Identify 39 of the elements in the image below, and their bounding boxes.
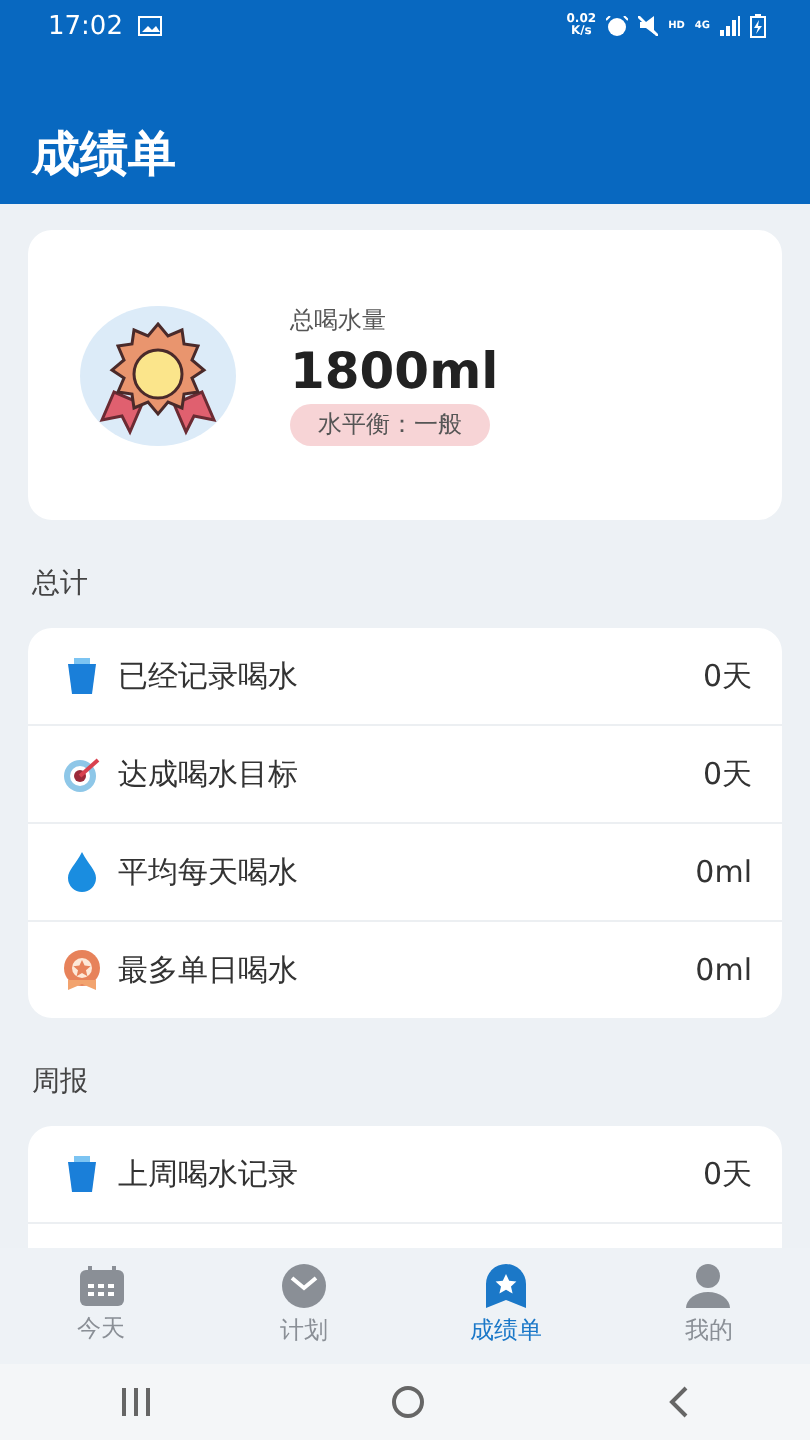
- medal-icon: [78, 303, 238, 447]
- battery-charging-icon: [750, 14, 766, 38]
- mute-icon: [638, 16, 659, 36]
- page-title: 成绩单: [32, 124, 176, 184]
- star-badge-icon: [484, 1264, 529, 1308]
- stat-value: 0ml: [695, 952, 752, 988]
- stat-label: 平均每天喝水: [118, 853, 300, 891]
- status-time: 17:02: [48, 11, 123, 41]
- back-icon[interactable]: [668, 1386, 689, 1418]
- person-icon: [686, 1264, 731, 1308]
- stat-value: 0天: [702, 657, 752, 695]
- calendar-icon: [79, 1266, 124, 1306]
- tab[interactable]: 成绩单: [405, 1248, 608, 1364]
- summary-value: 1800ml: [290, 342, 499, 400]
- tab[interactable]: 计划: [202, 1248, 405, 1364]
- alarm-icon: [606, 16, 629, 36]
- stat-value: 0天: [702, 1155, 752, 1193]
- summary-label: 总喝水量: [290, 304, 386, 338]
- stat-value: 0ml: [695, 854, 752, 890]
- tab[interactable]: 我的: [607, 1248, 810, 1364]
- signal-icon: [720, 16, 740, 36]
- water-drop-icon: [66, 852, 98, 892]
- cup-icon: [68, 658, 96, 694]
- recent-apps-icon[interactable]: [121, 1388, 150, 1416]
- stat-label: 上周喝水记录: [118, 1155, 300, 1193]
- section-title: 总计: [32, 566, 88, 602]
- home-icon[interactable]: [392, 1386, 425, 1418]
- stat-label: 达成喝水目标: [118, 755, 300, 793]
- stat-label: 最多单日喝水: [118, 951, 300, 989]
- clock-icon: [281, 1264, 326, 1308]
- image-icon: [138, 16, 163, 36]
- level-badge: 水平衡：一般: [290, 404, 490, 446]
- medal-icon: [62, 950, 102, 990]
- stat-label: 已经记录喝水: [118, 657, 300, 695]
- tab[interactable]: 今天: [0, 1248, 203, 1364]
- target-icon: [62, 756, 102, 792]
- stat-value: 0天: [702, 755, 752, 793]
- cup-icon: [68, 1156, 96, 1192]
- section-title: 周报: [32, 1064, 88, 1100]
